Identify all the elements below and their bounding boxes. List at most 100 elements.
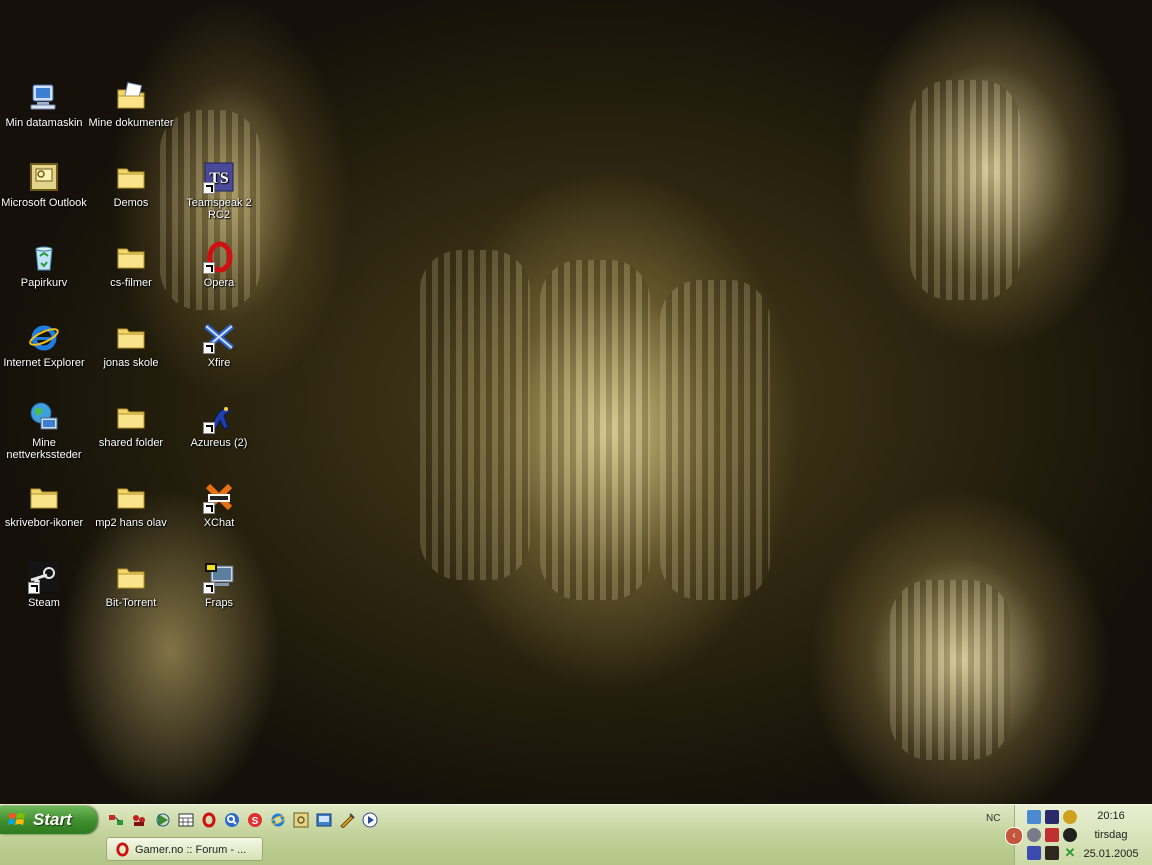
desktop-icon-shared-folder[interactable]: shared folder xyxy=(87,400,175,449)
internet-explorer-icon xyxy=(27,320,61,354)
steam-icon xyxy=(27,560,61,594)
nc-indicator[interactable]: NC xyxy=(986,813,1000,824)
desktop-icon-label: Teamspeak 2 RC2 xyxy=(186,197,252,221)
desktop-icon-label: skrivebor-ikoner xyxy=(4,517,84,529)
clock-time[interactable]: 20:16 xyxy=(1081,810,1141,822)
desktop-icon-xfire[interactable]: Xfire xyxy=(175,320,263,369)
desktop-icon-skrivebor-ikoner[interactable]: skrivebor-ikoner xyxy=(0,480,88,529)
shortcut-arrow-icon xyxy=(203,182,215,194)
taskbar: Start S Gamer.no :: Forum - ... NC ‹ ✕ 2… xyxy=(0,804,1152,865)
desktop-icon-jonas-skole[interactable]: jonas skole xyxy=(87,320,175,369)
tool-quicklaunch-icon[interactable] xyxy=(339,812,355,828)
desktop-icon-label: Bit-Torrent xyxy=(105,597,157,609)
group-quicklaunch-icon[interactable] xyxy=(131,812,147,828)
desktop-icon-my-computer[interactable]: Min datamaskin xyxy=(0,80,88,129)
start-label: Start xyxy=(33,810,72,829)
teamspeak-icon: TS xyxy=(202,160,236,194)
player-quicklaunch-icon[interactable] xyxy=(362,812,378,828)
folder-icon xyxy=(114,480,148,514)
desktop-icon-fraps[interactable]: Fraps xyxy=(175,560,263,609)
desktop-icon-recycle-bin[interactable]: Papirkurv xyxy=(0,240,88,289)
network-places-icon xyxy=(27,400,61,434)
outlook-icon xyxy=(27,160,61,194)
folder-icon xyxy=(27,480,61,514)
shortcut-arrow-icon xyxy=(203,422,215,434)
skype-quicklaunch-icon[interactable]: S xyxy=(247,812,263,828)
desktop-icon-label: Internet Explorer xyxy=(3,357,85,369)
computer-icon xyxy=(27,80,61,114)
desktop-icon-label: Xfire xyxy=(207,357,231,369)
opera-icon xyxy=(202,240,236,274)
steam-tray-icon[interactable] xyxy=(1063,828,1077,842)
desktop-icon-my-documents[interactable]: Mine dokumenter xyxy=(87,80,175,129)
xfire-icon xyxy=(202,320,236,354)
monitor-tray-icon[interactable] xyxy=(1045,810,1059,824)
windows-logo-icon xyxy=(8,813,25,825)
folder-icon xyxy=(114,320,148,354)
media-quicklaunch-icon[interactable] xyxy=(155,812,171,828)
internet-explorer-quicklaunch-icon[interactable] xyxy=(270,812,286,828)
fraps-icon xyxy=(202,560,236,594)
gear-tray-icon[interactable] xyxy=(1027,828,1041,842)
desktop-icon-label: Opera xyxy=(203,277,235,289)
shield-tray-icon[interactable] xyxy=(1045,828,1059,842)
desktop-icon-demos[interactable]: Demos xyxy=(87,160,175,209)
desktop-icon-cs-filmer[interactable]: cs-filmer xyxy=(87,240,175,289)
desktop-icon-label: Mine nettverkssteder xyxy=(6,437,82,461)
desktop-icon-internet-explorer[interactable]: Internet Explorer xyxy=(0,320,88,369)
search-quicklaunch-icon[interactable] xyxy=(224,812,240,828)
documents-folder-icon xyxy=(114,80,148,114)
opera-icon xyxy=(116,842,129,857)
desktop-icon-label: jonas skole xyxy=(103,357,159,369)
shortcut-arrow-icon xyxy=(203,582,215,594)
desktop-icon-label: Microsoft Outlook xyxy=(1,197,87,209)
folder-icon xyxy=(114,560,148,594)
desktop-icon-label: Min datamaskin xyxy=(5,117,83,129)
speaker-tray-icon[interactable] xyxy=(1027,846,1041,860)
desktop-icon-label: mp2 hans olav xyxy=(95,517,167,529)
taskbar-window-button-opera[interactable]: Gamer.no :: Forum - ... xyxy=(106,837,263,861)
outlook-quicklaunch-icon[interactable] xyxy=(293,812,309,828)
xfire-tray-icon[interactable]: ✕ xyxy=(1063,846,1077,860)
desktop-icon-microsoft-outlook[interactable]: Microsoft Outlook xyxy=(0,160,88,209)
desktop-icon-label: Azureus (2) xyxy=(190,437,248,449)
shortcut-arrow-icon xyxy=(203,262,215,274)
desktop-icon-label: XChat xyxy=(203,517,235,529)
desktop[interactable]: Min datamaskin Microsoft Outlook Papirku… xyxy=(0,0,1152,804)
sun-tray-icon[interactable] xyxy=(1063,810,1077,824)
taskbar-window-title: Gamer.no :: Forum - ... xyxy=(135,844,247,856)
desktop-icon-label: cs-filmer xyxy=(110,277,152,289)
folder-icon xyxy=(114,240,148,274)
network-tray-icon[interactable] xyxy=(1027,810,1041,824)
shortcut-arrow-icon xyxy=(203,502,215,514)
desktop-icon-opera[interactable]: Opera xyxy=(175,240,263,289)
pen-tray-icon[interactable] xyxy=(1045,846,1059,860)
desktop-icon-xchat[interactable]: XChat xyxy=(175,480,263,529)
desktop-icon-teamspeak[interactable]: TS Teamspeak 2 RC2 xyxy=(175,160,263,221)
desktop-icon-mp2-hans-olav[interactable]: mp2 hans olav xyxy=(87,480,175,529)
desktop-quicklaunch-icon[interactable] xyxy=(316,812,332,828)
svg-text:S: S xyxy=(252,816,259,827)
folder-icon xyxy=(114,160,148,194)
clock-day[interactable]: tirsdag xyxy=(1081,829,1141,841)
network-quicklaunch-icon[interactable] xyxy=(108,812,124,828)
shortcut-arrow-icon xyxy=(203,342,215,354)
start-button[interactable]: Start xyxy=(0,806,97,834)
desktop-icon-bit-torrent[interactable]: Bit-Torrent xyxy=(87,560,175,609)
opera-quicklaunch-icon[interactable] xyxy=(201,812,217,828)
recycle-bin-icon xyxy=(27,240,61,274)
desktop-icon-azureus[interactable]: Azureus (2) xyxy=(175,400,263,449)
calendar-quicklaunch-icon[interactable] xyxy=(178,812,194,828)
system-tray: ‹ ✕ 20:16 tirsdag 25.01.2005 xyxy=(1005,805,1152,865)
azureus-icon xyxy=(202,400,236,434)
desktop-icon-label: Steam xyxy=(28,597,60,609)
folder-icon xyxy=(114,400,148,434)
desktop-icon-label: Demos xyxy=(113,197,149,209)
tray-expand-chevron-icon[interactable]: ‹ xyxy=(1005,827,1023,845)
desktop-icon-steam[interactable]: Steam xyxy=(0,560,88,609)
desktop-icon-label: Mine dokumenter xyxy=(88,117,174,129)
shortcut-arrow-icon xyxy=(28,582,40,594)
clock-date[interactable]: 25.01.2005 xyxy=(1081,848,1141,860)
desktop-icon-network-places[interactable]: Mine nettverkssteder xyxy=(0,400,88,461)
desktop-icon-label: Fraps xyxy=(204,597,234,609)
